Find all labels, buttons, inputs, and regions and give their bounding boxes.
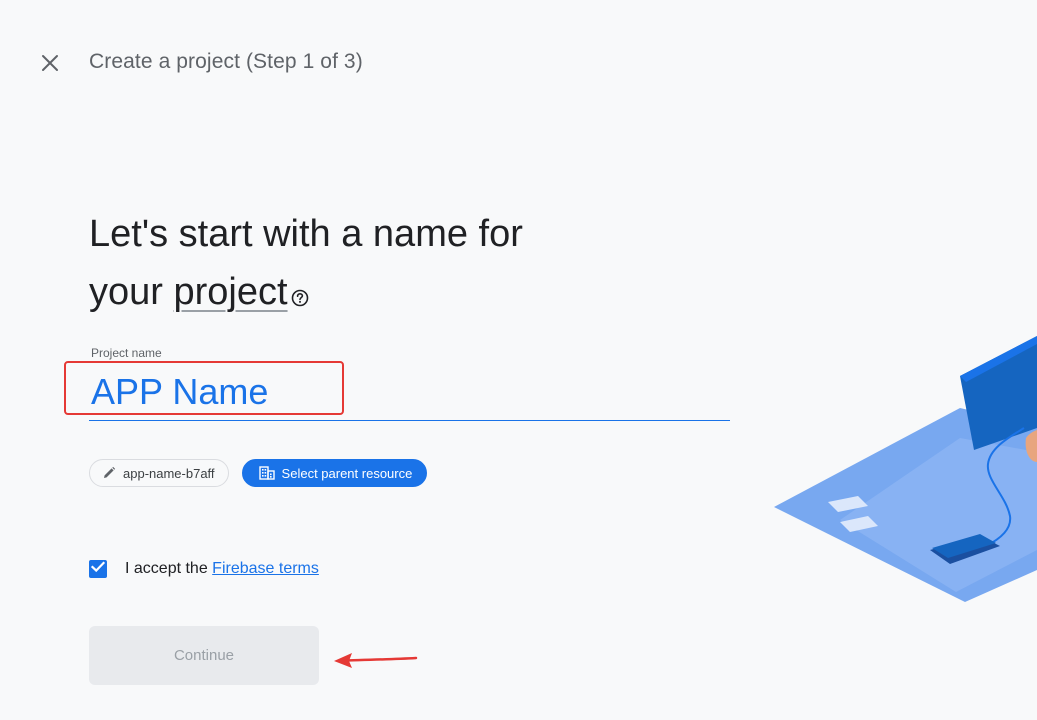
select-parent-resource-text: Select parent resource bbox=[281, 465, 413, 481]
step-title: Create a project (Step 1 of 3) bbox=[89, 50, 363, 73]
project-name-input[interactable] bbox=[89, 366, 730, 418]
project-name-underline bbox=[89, 420, 730, 421]
project-id-text: app-name-b7aff bbox=[123, 465, 215, 481]
help-icon[interactable] bbox=[290, 267, 310, 325]
project-name-label: Project name bbox=[91, 346, 162, 360]
project-id-chip[interactable]: app-name-b7aff bbox=[89, 459, 229, 487]
continue-button[interactable]: Continue bbox=[89, 626, 319, 685]
project-chips: app-name-b7aff Select parent resource bbox=[89, 459, 428, 487]
heading-line-1: Let's start with a name for bbox=[89, 213, 523, 255]
checkmark-icon bbox=[90, 560, 106, 578]
top-bar: Create a project (Step 1 of 3) bbox=[0, 0, 1037, 110]
project-help-link[interactable]: project bbox=[173, 271, 287, 313]
terms-label: I accept the Firebase terms bbox=[125, 560, 319, 578]
heading-line-2-prefix: your bbox=[89, 271, 174, 313]
project-name-field: Project name bbox=[89, 344, 730, 422]
terms-prefix: I accept the bbox=[125, 560, 213, 577]
terms-row: I accept the Firebase terms bbox=[89, 560, 319, 578]
pencil-icon bbox=[102, 466, 123, 480]
firebase-terms-link[interactable]: Firebase terms bbox=[212, 560, 319, 577]
accept-terms-checkbox[interactable] bbox=[89, 560, 107, 578]
close-icon bbox=[41, 54, 59, 72]
select-parent-resource-chip[interactable]: Select parent resource bbox=[241, 459, 428, 487]
project-illustration bbox=[760, 320, 1037, 615]
close-button[interactable] bbox=[36, 49, 64, 77]
building-icon bbox=[258, 466, 282, 480]
page-heading: Let's start with a name for your project bbox=[89, 205, 609, 325]
annotation-arrow-icon bbox=[330, 645, 420, 680]
